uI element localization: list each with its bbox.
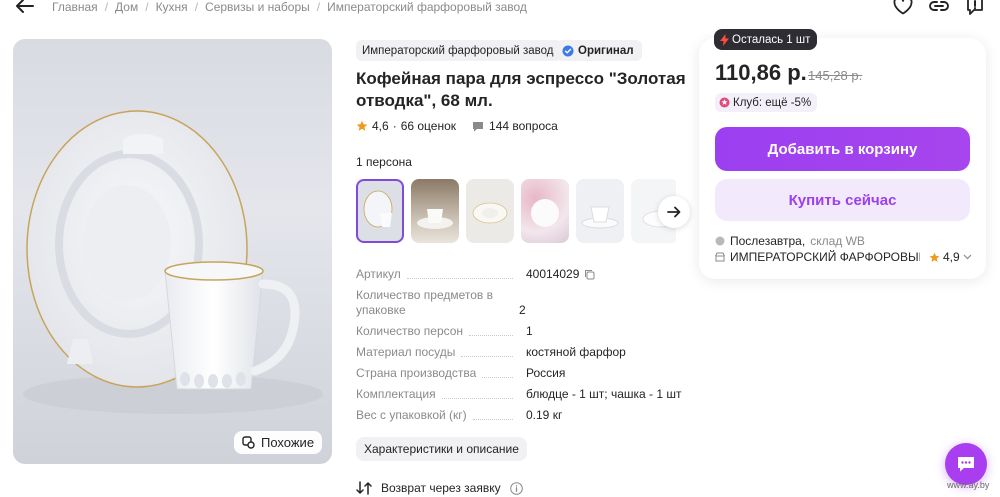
spec-row: Материал посуды костяной фарфор bbox=[356, 345, 686, 360]
product-main-image[interactable] bbox=[13, 39, 332, 464]
rating-separator: · bbox=[392, 119, 397, 133]
breadcrumb: Главная / Дом / Кухня / Сервизы и наборы… bbox=[52, 0, 527, 14]
spec-value: блюдце - 1 шт; чашка - 1 шт bbox=[526, 387, 682, 401]
breadcrumb-item-home[interactable]: Главная bbox=[52, 0, 98, 14]
club-discount[interactable]: Клуб: ещё -5% bbox=[715, 93, 818, 112]
verified-icon bbox=[562, 45, 574, 56]
spec-name: Вес с упаковкой (кг) bbox=[356, 408, 467, 422]
seller-row[interactable]: ИМПЕРАТОРСКИЙ ФАРФОРОВЫЙ З 4,9 bbox=[715, 250, 975, 264]
spec-value: 1 bbox=[526, 324, 533, 338]
spec-row: Количество персон 1 bbox=[356, 324, 686, 339]
brand-chip[interactable]: Императорский фарфоровый завод bbox=[356, 40, 562, 61]
spec-value: 40014029 bbox=[526, 267, 580, 281]
spec-name: Материал посуды bbox=[356, 345, 456, 359]
spec-row: Страна производства Россия bbox=[356, 366, 686, 381]
thumbnail-1[interactable] bbox=[356, 179, 404, 243]
chevron-down-icon[interactable] bbox=[963, 254, 972, 260]
stock-text: Осталась 1 шт bbox=[732, 33, 811, 46]
breadcrumb-separator: / bbox=[316, 0, 321, 14]
thumbnail-strip bbox=[356, 179, 676, 245]
link-icon[interactable] bbox=[928, 0, 950, 16]
warehouse-icon bbox=[715, 236, 725, 246]
return-text: Возврат через заявку bbox=[381, 481, 501, 495]
questions-link[interactable]: 144 вопроса bbox=[472, 119, 558, 133]
reviews-count[interactable]: 66 оценок bbox=[401, 119, 456, 133]
back-arrow-icon[interactable] bbox=[14, 0, 36, 16]
buy-now-button[interactable]: Купить сейчас bbox=[715, 179, 970, 221]
rating-value: 4,6 bbox=[372, 119, 389, 133]
spec-value: Россия bbox=[526, 366, 566, 380]
chat-bubble-icon bbox=[473, 121, 484, 131]
return-arrows-icon bbox=[356, 481, 372, 495]
shop-icon bbox=[715, 252, 725, 262]
watermark: www.ay.by bbox=[947, 480, 990, 490]
breadcrumb-item-brand[interactable]: Императорский фарфоровый завод bbox=[327, 0, 527, 14]
thumbnail-next-button[interactable] bbox=[658, 196, 690, 228]
breadcrumb-separator: / bbox=[104, 0, 109, 14]
characteristics-button[interactable]: Характеристики и описание bbox=[356, 437, 527, 461]
similar-label: Похожие bbox=[261, 435, 315, 450]
stock-badge: Осталась 1 шт bbox=[714, 29, 818, 50]
variant-label: 1 персона bbox=[356, 155, 412, 169]
spec-row: Вес с упаковкой (кг) 0.19 кг bbox=[356, 408, 686, 423]
spec-row: Комплектация блюдце - 1 шт; чашка - 1 шт bbox=[356, 387, 686, 402]
product-title: Кофейная пара для эспрессо "Золотая отво… bbox=[356, 69, 686, 110]
spec-name: Количество персон bbox=[356, 324, 464, 338]
spec-row: Артикул 40014029 bbox=[356, 267, 686, 282]
spec-value: 0.19 кг bbox=[526, 408, 563, 422]
thumbnail-5[interactable] bbox=[576, 179, 624, 243]
star-icon bbox=[929, 252, 940, 262]
thumbnail-2[interactable] bbox=[411, 179, 459, 243]
delivery-when: Послезавтра, bbox=[730, 234, 806, 248]
spec-row: Количество предметов в упаковке 2 bbox=[356, 288, 686, 318]
spec-name: Артикул bbox=[356, 267, 401, 281]
old-price: 145,28 р. bbox=[808, 68, 863, 83]
arrow-right-icon bbox=[667, 206, 681, 218]
delivery-info: Послезавтра, склад WB bbox=[715, 234, 865, 248]
original-badge: Оригинал bbox=[556, 40, 642, 61]
club-text: Клуб: ещё -5% bbox=[733, 96, 812, 109]
rating-row: 4,6 · 66 оценок 144 вопроса bbox=[356, 119, 558, 133]
report-icon[interactable] bbox=[964, 0, 986, 16]
spec-name: Количество предметов в упаковке bbox=[356, 288, 494, 317]
chat-button[interactable] bbox=[945, 443, 987, 485]
club-icon bbox=[719, 97, 730, 108]
spec-value: костяной фарфор bbox=[526, 345, 626, 359]
seller-rating-value: 4,9 bbox=[943, 250, 960, 264]
specs-table: Артикул 40014029 Количество предметов в … bbox=[356, 267, 686, 429]
breadcrumb-item-house[interactable]: Дом bbox=[115, 0, 138, 14]
thumbnail-4[interactable] bbox=[521, 179, 569, 243]
current-price: 110,86 р. bbox=[715, 60, 807, 85]
info-icon[interactable] bbox=[509, 481, 523, 495]
breadcrumb-separator: / bbox=[145, 0, 149, 14]
top-actions bbox=[892, 0, 986, 16]
spec-name: Страна производства bbox=[356, 366, 477, 380]
original-label: Оригинал bbox=[578, 44, 634, 57]
star-icon bbox=[356, 120, 368, 131]
delivery-where[interactable]: склад WB bbox=[810, 234, 865, 248]
breadcrumb-separator: / bbox=[194, 0, 199, 14]
copy-icon[interactable] bbox=[584, 269, 595, 280]
breadcrumb-item-kitchen[interactable]: Кухня bbox=[156, 0, 188, 14]
return-info: Возврат через заявку bbox=[356, 481, 523, 495]
seller-rating: 4,9 bbox=[929, 250, 972, 264]
chat-icon bbox=[958, 457, 974, 472]
lightning-icon bbox=[720, 33, 729, 46]
seller-name[interactable]: ИМПЕРАТОРСКИЙ ФАРФОРОВЫЙ З bbox=[730, 250, 920, 264]
add-to-cart-button[interactable]: Добавить в корзину bbox=[715, 127, 970, 171]
spec-name: Комплектация bbox=[356, 387, 436, 401]
heart-icon[interactable] bbox=[892, 0, 914, 16]
similar-button[interactable]: Похожие bbox=[234, 431, 322, 454]
similar-icon bbox=[242, 436, 255, 449]
questions-count: 144 вопроса bbox=[489, 119, 558, 133]
top-bar: Главная / Дом / Кухня / Сервизы и наборы… bbox=[0, 0, 1000, 16]
thumbnail-3[interactable] bbox=[466, 179, 514, 243]
spec-value: 2 bbox=[519, 303, 526, 317]
breadcrumb-item-sets[interactable]: Сервизы и наборы bbox=[205, 0, 310, 14]
